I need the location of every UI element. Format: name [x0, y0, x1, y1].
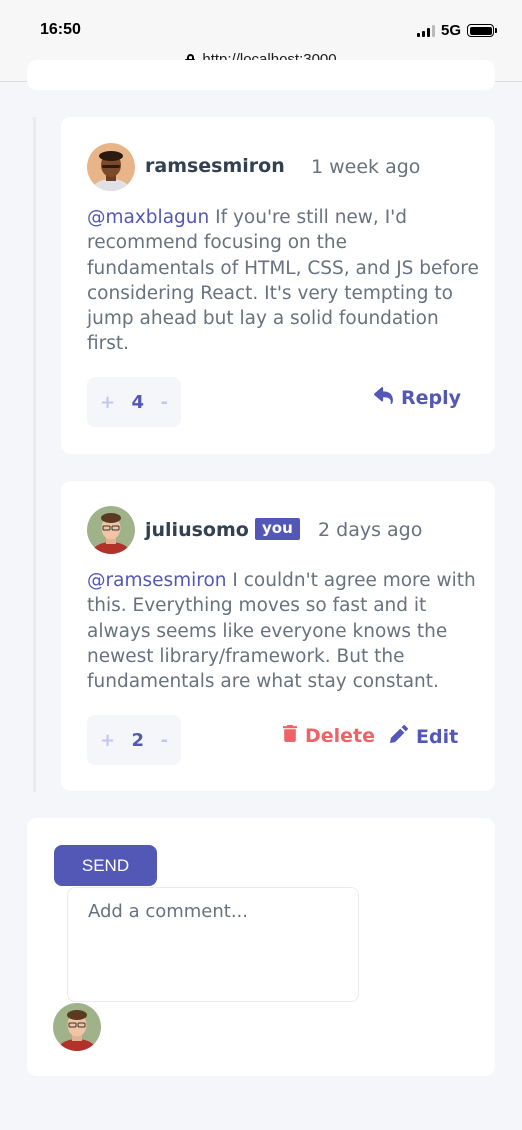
edit-button[interactable]: Edit [390, 725, 458, 748]
comment-text: @ramsesmiron I couldn't agree more with … [87, 568, 479, 694]
edit-label: Edit [416, 725, 459, 748]
mention[interactable]: @ramsesmiron [87, 570, 227, 591]
you-badge: you [255, 518, 300, 540]
timestamp: 2 days ago [318, 519, 423, 541]
score: 2 [131, 729, 145, 751]
vote-control: + 2 - [87, 715, 181, 765]
vote-control: + 4 - [87, 377, 181, 427]
username[interactable]: ramsesmiron [145, 155, 285, 177]
mention[interactable]: @maxblagun [87, 207, 209, 228]
comment-input[interactable] [67, 887, 359, 1002]
reply-icon [374, 387, 393, 409]
timestamp: 1 week ago [311, 156, 421, 178]
network-label: 5G [440, 22, 461, 39]
comment-text: @maxblagun If you're still new, I'd reco… [87, 205, 479, 357]
reply-button[interactable]: Reply [374, 387, 461, 409]
comment-body: If you're still new, I'd recommend focus… [87, 207, 479, 355]
previous-comment-card [27, 60, 495, 90]
comment-card: ramsesmiron 1 week ago @maxblagun If you… [61, 117, 495, 454]
username[interactable]: juliusomo [145, 519, 249, 541]
pencil-icon [390, 725, 408, 748]
trash-icon [283, 725, 297, 747]
score: 4 [131, 391, 145, 413]
battery-icon [467, 24, 497, 37]
downvote-button[interactable]: - [161, 392, 168, 413]
status-time: 16:50 [40, 21, 81, 38]
avatar[interactable] [87, 143, 135, 191]
upvote-button[interactable]: + [100, 392, 115, 413]
signal-icon [416, 24, 435, 37]
reply-label: Reply [401, 387, 462, 409]
reply-thread-line [33, 117, 36, 792]
comment-card: juliusomo you 2 days ago @ramsesmiron I … [61, 481, 495, 791]
status-icons: 5G [416, 22, 497, 39]
delete-button[interactable]: Delete [283, 725, 375, 747]
current-user-avatar [53, 1003, 101, 1051]
downvote-button[interactable]: - [161, 730, 168, 751]
avatar[interactable] [87, 506, 135, 554]
send-button[interactable]: SEND [54, 845, 157, 886]
delete-label: Delete [305, 725, 376, 747]
upvote-button[interactable]: + [100, 730, 115, 751]
compose-card: SEND [27, 818, 495, 1076]
